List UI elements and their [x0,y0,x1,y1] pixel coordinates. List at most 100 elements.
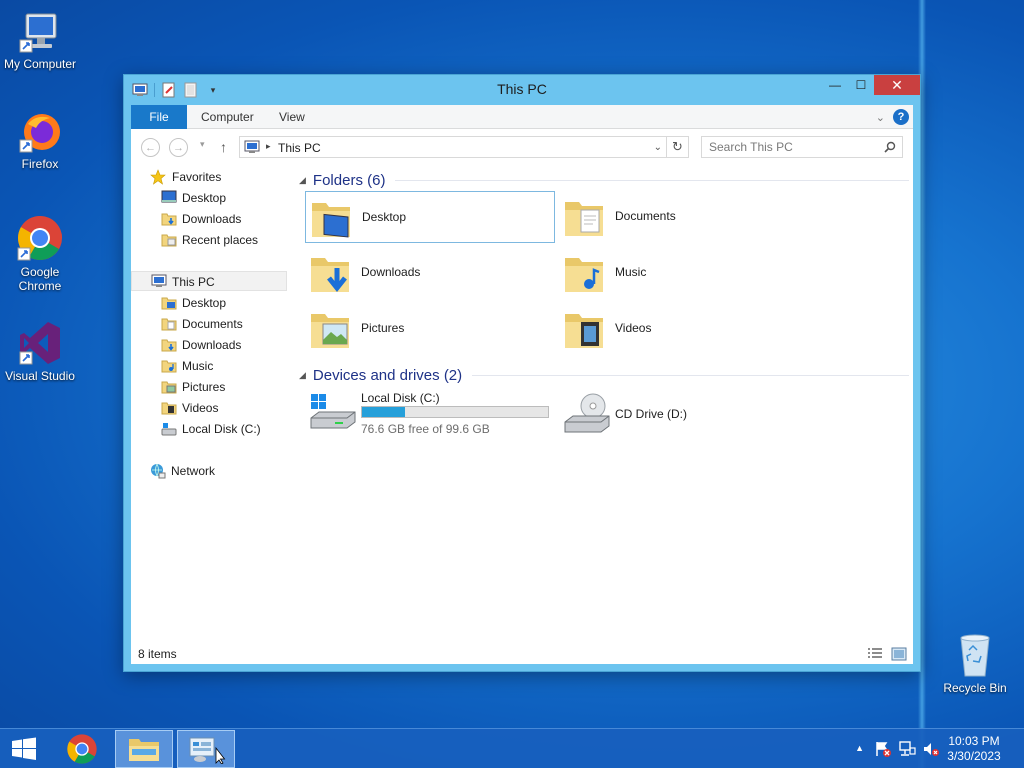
devices-group-header[interactable]: ◢ Devices and drives (2) [299,366,909,384]
maximize-button[interactable]: ☐ [848,75,874,95]
taskbar-chrome[interactable] [58,730,106,768]
back-button[interactable]: ← [141,138,160,157]
forward-button[interactable]: → [169,138,188,157]
help-icon[interactable]: ? [893,109,909,125]
nav-item-label: Local Disk (C:) [182,422,261,436]
this-pc-icon [151,274,167,294]
drive-usage-fill [362,407,405,417]
recent-locations-icon[interactable]: ▾ [200,139,205,150]
address-bar[interactable]: ▸ This PC ⌄ ↻ [239,136,689,158]
navigation-pane: Favorites Desktop Downloads Recent place… [131,165,289,644]
tab-view[interactable]: View [265,105,319,129]
desktop-icon-google-chrome[interactable]: Google Chrome [0,214,80,293]
folder-name: Downloads [361,265,421,279]
folder-tile-documents[interactable]: Documents [559,191,809,243]
ribbon-tabs: File Computer View ⌄ ? [131,105,913,129]
local-disk-icon [309,392,357,437]
taskbar: ▲ 10:03 PM 3/30/2023 [0,728,1024,768]
tab-computer[interactable]: Computer [187,105,268,129]
chrome-icon [67,734,97,764]
nav-favorites-downloads[interactable]: Downloads [131,209,287,229]
drive-name: Local Disk (C:) [361,391,440,405]
nav-pc-pictures[interactable]: Pictures [131,377,287,397]
nav-favorites-recent-places[interactable]: Recent places [131,230,287,250]
recycle-bin-icon [960,634,990,677]
desktop-icon-recycle-bin[interactable]: Recycle Bin [935,632,1015,695]
nav-pc-local-disk[interactable]: Local Disk (C:) [131,419,287,439]
desktop-icon-label: Recycle Bin [943,681,1007,695]
refresh-button[interactable]: ↻ [666,137,688,157]
drive-free-space: 76.6 GB free of 99.6 GB [361,422,490,436]
nav-item-label: Favorites [172,170,222,184]
clock-time: 10:03 PM [948,734,1000,748]
explorer-window: ▾ This PC — ☐ ✕ File Computer View ⌄ ? ←… [123,74,921,672]
desktop-icon-my-computer[interactable]: My Computer [0,10,80,71]
search-box[interactable] [701,136,903,158]
nav-pc-documents[interactable]: Documents [131,314,287,334]
folder-tile-videos[interactable]: Videos [559,303,809,355]
breadcrumb-separator-icon[interactable]: ▸ [266,141,271,152]
network-icon [150,463,166,485]
title-bar[interactable]: ▾ This PC — ☐ ✕ [124,75,920,105]
nav-item-label: Videos [182,401,219,415]
taskbar-control-panel[interactable] [177,730,235,768]
folder-tile-music[interactable]: Music [559,247,809,299]
show-hidden-icons-icon[interactable]: ▲ [855,743,864,753]
drive-usage-bar [361,406,549,418]
start-button[interactable] [2,730,46,768]
close-button[interactable]: ✕ [874,75,920,95]
folder-tile-desktop[interactable]: Desktop [305,191,555,243]
folder-tile-downloads[interactable]: Downloads [305,247,555,299]
clock[interactable]: 10:03 PM 3/30/2023 [942,734,1006,764]
item-count: 8 items [138,647,177,661]
desktop-icon-firefox[interactable]: Firefox [0,110,80,171]
window-controls: — ☐ ✕ [822,75,920,95]
expand-ribbon-icon[interactable]: ⌄ [876,111,885,124]
videos-folder-icon [563,306,607,355]
nav-item-label: Downloads [182,212,242,226]
folder-tile-pictures[interactable]: Pictures [305,303,555,355]
folder-name: Music [615,265,647,279]
drive-tile-cd-drive[interactable]: CD Drive (D:) [559,389,809,441]
up-button[interactable]: ↑ [220,139,227,155]
nav-network[interactable]: Network [131,461,287,481]
window-title: This PC [497,81,547,97]
nav-pc-videos[interactable]: Videos [131,398,287,418]
search-input[interactable] [702,137,872,157]
tab-file[interactable]: File [131,105,187,129]
downloads-folder-icon [309,250,353,299]
volume-muted-icon[interactable] [922,740,940,761]
nav-pc-downloads[interactable]: Downloads [131,335,287,355]
address-dropdown-icon[interactable]: ⌄ [654,142,662,153]
nav-this-pc[interactable]: This PC [131,271,287,291]
large-icons-view-icon[interactable] [891,647,907,664]
desktop-icon-visual-studio[interactable]: Visual Studio [0,320,80,383]
desktop-icon [161,190,177,210]
nav-favorites[interactable]: Favorites [131,167,287,187]
documents-folder-icon [563,194,607,243]
nav-item-label: This PC [172,275,215,289]
group-title: Folders (6) [312,171,386,189]
network-status-icon[interactable] [898,740,916,761]
ribbon-right-controls: ⌄ ? [876,109,909,125]
folder-name: Videos [615,321,652,335]
address-text[interactable]: This PC [278,141,321,155]
nav-pc-desktop[interactable]: Desktop [131,293,287,313]
nav-pc-music[interactable]: Music [131,356,287,376]
drive-tile-local-disk[interactable]: Local Disk (C:) 76.6 GB free of 99.6 GB [305,389,555,441]
folders-group-header[interactable]: ◢ Folders (6) [299,171,909,189]
minimize-button[interactable]: — [822,75,848,95]
search-icon[interactable] [884,141,896,153]
nav-item-label: Recent places [182,233,259,247]
collapse-icon[interactable]: ◢ [299,175,306,186]
group-divider [472,374,909,376]
collapse-icon[interactable]: ◢ [299,370,306,381]
desktop-icon-label: Visual Studio [5,369,75,383]
group-title: Devices and drives (2) [312,366,463,384]
action-center-flag-icon[interactable] [874,740,892,761]
taskbar-file-explorer[interactable] [115,730,173,768]
nav-favorites-desktop[interactable]: Desktop [131,188,287,208]
details-view-icon[interactable] [867,647,883,664]
music-folder-icon [563,250,607,299]
navigation-bar: ← → ▾ ↑ ▸ This PC ⌄ ↻ [131,129,913,165]
